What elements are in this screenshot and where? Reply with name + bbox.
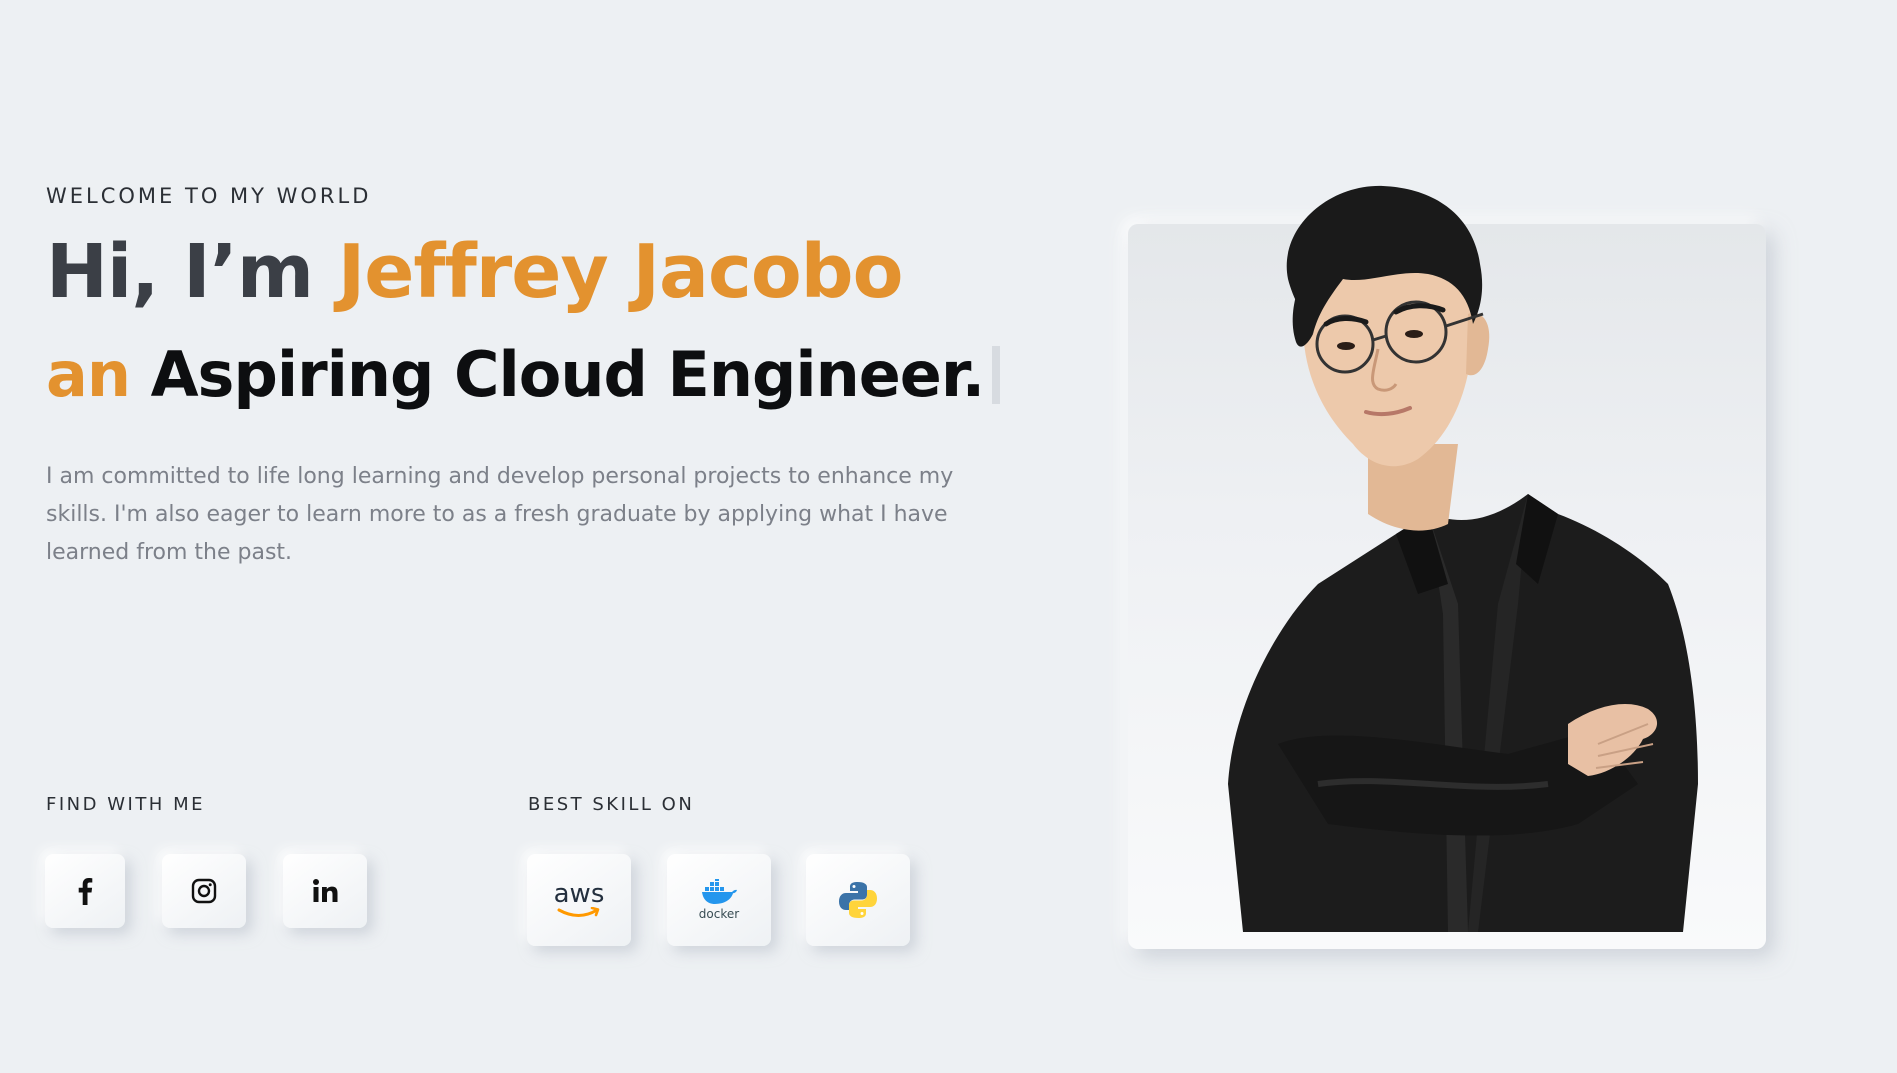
linkedin-icon xyxy=(313,879,338,902)
best-skill-label: BEST SKILL ON xyxy=(528,794,695,815)
intro-paragraph: I am committed to life long learning and… xyxy=(46,464,954,565)
docker-logo-icon xyxy=(702,879,737,904)
linkedin-button[interactable] xyxy=(283,854,367,928)
facebook-button[interactable] xyxy=(45,854,125,928)
python-logo-icon xyxy=(839,882,877,918)
instagram-icon xyxy=(191,878,217,904)
aws-smile-icon xyxy=(557,907,600,917)
name-text: Jeffrey Jacobo xyxy=(337,229,904,315)
greeting-text: Hi, I’m xyxy=(46,229,338,315)
role-article: an xyxy=(46,338,131,411)
welcome-eyebrow: WELCOME TO MY WORLD xyxy=(46,184,372,208)
hero-section: WELCOME TO MY WORLD Hi, I’m Jeffrey Jaco… xyxy=(0,0,1897,1073)
portrait-photo xyxy=(1228,185,1698,932)
instagram-button[interactable] xyxy=(162,854,246,928)
role-line: an Aspiring Cloud Engineer. xyxy=(46,336,1001,414)
hero-headline: Hi, I’m Jeffrey Jacobo xyxy=(46,226,904,318)
skill-docker: docker xyxy=(667,854,771,946)
typing-cursor xyxy=(992,345,1001,404)
skill-python xyxy=(806,854,910,946)
skill-aws: aws xyxy=(527,854,631,946)
role-title: Aspiring Cloud Engineer. xyxy=(129,338,986,411)
facebook-icon xyxy=(78,878,93,905)
docker-logo-text: docker xyxy=(698,907,740,921)
aws-logo-icon: aws xyxy=(553,879,605,909)
portrait-card xyxy=(1128,185,1766,949)
find-with-me-label: FIND WITH ME xyxy=(46,794,205,815)
